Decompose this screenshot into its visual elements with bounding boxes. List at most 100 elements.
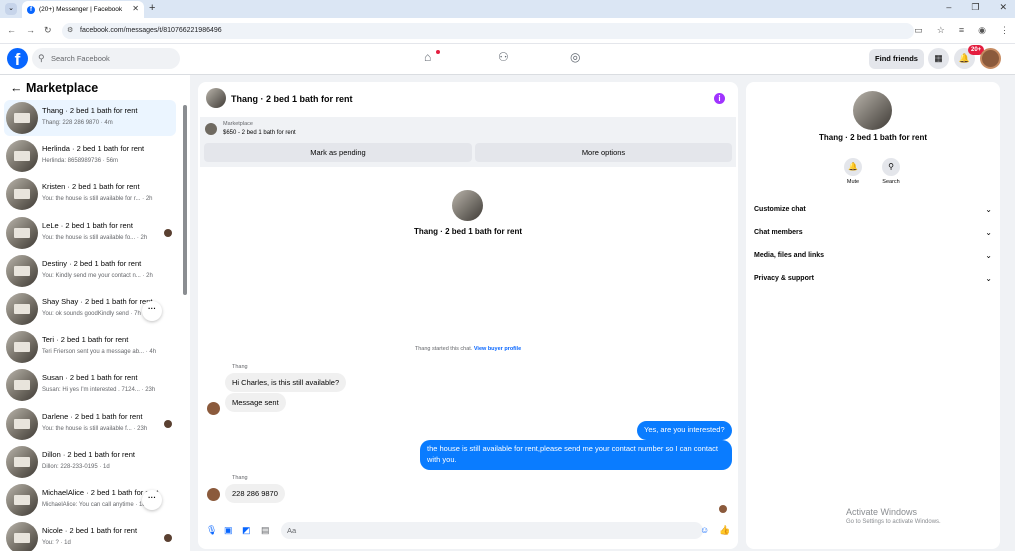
conversation-item[interactable]: Darlene · 2 bed 1 bath for rent You: the … — [4, 406, 176, 442]
conversation-preview: Susan: Hi yes I'm interested . 7124... ·… — [42, 387, 156, 394]
conversation-title: Susan · 2 bed 1 bath for rent — [42, 373, 138, 383]
conversation-item[interactable]: Thang · 2 bed 1 bath for rent Thang: 228 … — [4, 100, 176, 136]
groups-icon[interactable]: ◎ — [570, 50, 580, 64]
chat-avatar[interactable] — [206, 88, 226, 108]
outgoing-message[interactable]: Yes, are you interested? — [637, 421, 732, 440]
marketplace-conversation-list: ← Marketplace Thang · 2 bed 1 bath for r… — [0, 75, 190, 551]
outgoing-message[interactable]: the house is still available for rent,pl… — [420, 440, 732, 470]
incoming-message[interactable]: Message sent — [225, 393, 286, 412]
conversation-title: MichaelAlice · 2 bed 1 bath for rent — [42, 488, 159, 497]
search-facebook-input[interactable]: ⚲ Search Facebook — [32, 48, 180, 69]
menu-grid-icon[interactable]: ▦ — [928, 48, 949, 69]
restore-icon[interactable]: ❐ — [971, 2, 979, 13]
customize-chat-item[interactable]: Customize chat ⌄ — [754, 205, 994, 214]
mark-as-pending-button[interactable]: Mark as pending — [204, 143, 472, 162]
facebook-logo-icon[interactable]: f — [7, 48, 28, 69]
view-buyer-profile-link[interactable]: View buyer profile — [474, 346, 521, 352]
conversation-item[interactable]: Herlinda · 2 bed 1 bath for rent Herlinda… — [4, 138, 176, 174]
browser-tab[interactable]: f (20+) Messenger | Facebook ✕ — [22, 1, 144, 18]
minimize-icon[interactable]: – — [946, 2, 951, 13]
sender-avatar[interactable] — [207, 488, 220, 501]
account-avatar[interactable] — [980, 48, 1001, 69]
bell-icon: 🔔 — [844, 158, 862, 176]
conversation-title: Darlene · 2 bed 1 bath for rent — [42, 411, 143, 421]
item-label: Media, files and links — [754, 252, 825, 259]
reload-icon[interactable]: ↻ — [44, 25, 52, 36]
conversation-item[interactable]: Kristen · 2 bed 1 bath for rent You: the … — [4, 176, 176, 212]
listing-thumbnail — [6, 293, 38, 325]
search-label: Search — [882, 179, 900, 185]
listing-thumbnail — [205, 123, 217, 135]
conversation-item[interactable]: Dillon · 2 bed 1 bath for rent Dillon: 22… — [4, 444, 176, 480]
incoming-message[interactable]: 228 286 9870 — [225, 484, 285, 503]
incoming-message[interactable]: Hi Charles, is this still available? — [225, 373, 347, 392]
privacy-support-item[interactable]: Privacy & support ⌄ — [754, 274, 994, 283]
search-icon: ⚲ — [38, 53, 45, 63]
listing-price: $650 - 2 bed 1 bath for rent — [223, 130, 296, 136]
conversation-preview: Herlinda: 8658989736 · 56m — [42, 158, 119, 165]
read-receipt-avatar — [719, 505, 727, 513]
media-controls-icon[interactable]: ≡ — [959, 25, 964, 36]
image-icon[interactable]: ▣ — [224, 525, 233, 536]
watermark-subtitle: Go to Settings to activate Windows. — [846, 519, 941, 525]
message-input[interactable]: Aa — [281, 522, 703, 539]
listing-thumbnail — [6, 140, 38, 173]
url-text: facebook.com/messages/t/810766221986496 — [80, 27, 222, 34]
conversation-options-button[interactable]: ··· — [142, 490, 162, 510]
listing-thumbnail — [6, 254, 38, 287]
sidebar-header: ← Marketplace — [10, 81, 98, 95]
listing-thumbnail — [6, 216, 38, 249]
chat-title[interactable]: Thang · 2 bed 1 bath for rent — [231, 94, 353, 104]
close-window-icon[interactable]: ✕ — [999, 2, 1007, 13]
tab-search-button[interactable]: ⌄ — [5, 3, 17, 15]
sticker-icon[interactable]: ◩ — [242, 525, 251, 536]
conversation-item[interactable]: Teri · 2 bed 1 bath for rent Teri Frierso… — [4, 329, 176, 365]
emoji-icon[interactable]: ☺ — [700, 525, 709, 535]
conversation-title: Shay Shay · 2 bed 1 bath for rent — [42, 297, 153, 306]
marketplace-label: Marketplace — [223, 121, 253, 127]
conversation-preview: Thang: 228 286 9870 · 4m — [42, 120, 113, 126]
media-files-links-item[interactable]: Media, files and links ⌄ — [754, 251, 994, 260]
find-friends-button[interactable]: Find friends — [869, 49, 924, 69]
bookmark-star-icon[interactable]: ☆ — [937, 25, 945, 36]
friends-icon[interactable]: ⚇ — [498, 50, 509, 64]
microphone-icon[interactable]: 🎙 — [206, 525, 217, 536]
back-icon[interactable]: ← — [7, 25, 16, 35]
item-label: Customize chat — [754, 206, 806, 213]
sidebar-title: Marketplace — [25, 81, 99, 95]
forward-icon[interactable]: → — [26, 25, 35, 35]
profile-icon[interactable]: ◉ — [978, 25, 986, 36]
conversation-item[interactable]: Nicole · 2 bed 1 bath for rent You: ? · 1… — [4, 520, 176, 551]
site-info-icon[interactable]: ⚙ — [67, 23, 73, 39]
listing-thumbnail — [6, 178, 38, 211]
gif-icon[interactable]: ▤ — [261, 525, 270, 536]
sender-avatar[interactable] — [207, 402, 220, 415]
url-field[interactable]: ⚙ facebook.com/messages/t/81076622198649… — [62, 23, 914, 39]
conversation-title: Destiny · 2 bed 1 bath for rent — [42, 258, 142, 268]
new-tab-button[interactable]: + — [149, 2, 155, 14]
more-options-button[interactable]: More options — [475, 143, 732, 162]
conversation-options-button[interactable]: ··· — [142, 301, 162, 321]
listing-thumbnail — [6, 484, 38, 516]
browser-menu-icon[interactable]: ⋮ — [1000, 25, 1009, 36]
search-chat-button[interactable]: ⚲ Search — [871, 158, 911, 185]
chevron-down-icon: ⌄ — [985, 205, 992, 214]
conversation-item[interactable]: Destiny · 2 bed 1 bath for rent You: Kind… — [4, 253, 176, 289]
mute-button[interactable]: 🔔 Mute — [833, 158, 873, 185]
back-arrow-icon[interactable]: ← — [10, 81, 23, 95]
conversation-item[interactable]: LeLe · 2 bed 1 bath for rent You: the hou… — [4, 215, 176, 251]
cast-icon[interactable]: ▭ — [914, 25, 923, 36]
info-avatar[interactable] — [853, 91, 892, 130]
conversation-preview: You: ? · 1d — [42, 540, 71, 547]
chat-started-text: Thang started this chat. — [414, 346, 473, 352]
chat-header: Thang · 2 bed 1 bath for rent i — [198, 82, 738, 116]
info-icon[interactable]: i — [714, 93, 725, 104]
conversation-item[interactable]: Susan · 2 bed 1 bath for rent Susan: Hi y… — [4, 367, 176, 403]
activate-windows-watermark: Activate Windows Go to Settings to activ… — [846, 507, 941, 525]
chat-members-item[interactable]: Chat members ⌄ — [754, 228, 994, 237]
thumbs-up-icon[interactable]: 👍 — [719, 525, 730, 536]
home-icon[interactable]: ⌂ — [424, 50, 431, 64]
close-tab-icon[interactable]: ✕ — [132, 4, 139, 13]
chevron-down-icon: ⌄ — [985, 228, 992, 237]
sidebar-scrollbar[interactable] — [183, 105, 187, 295]
